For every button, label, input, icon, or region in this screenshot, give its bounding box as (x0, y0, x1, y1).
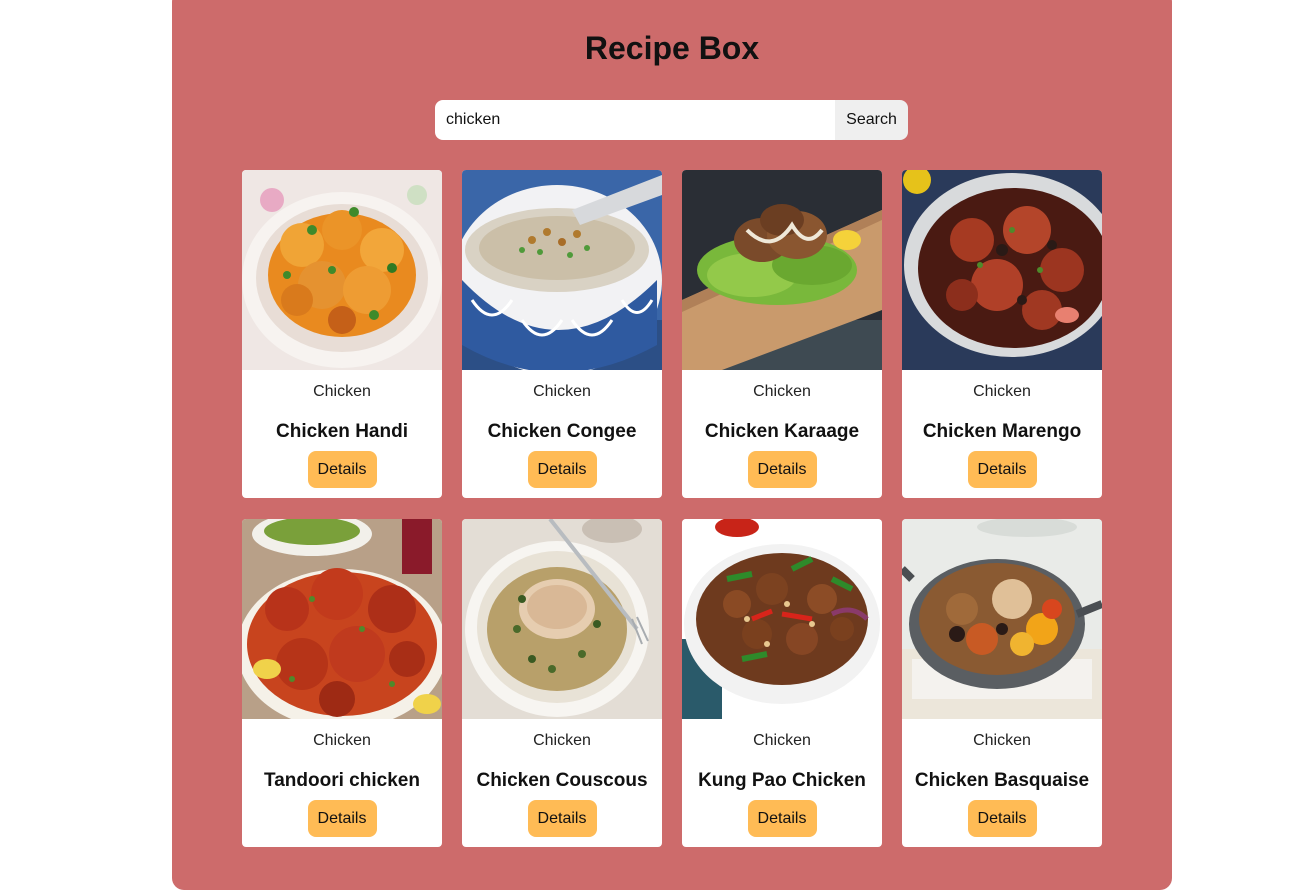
search-button[interactable]: Search (835, 100, 908, 140)
recipe-category: Chicken (973, 383, 1031, 400)
recipe-photo (462, 170, 662, 370)
recipe-category: Chicken (313, 383, 371, 400)
recipe-category: Chicken (753, 383, 811, 400)
recipe-photo (902, 170, 1102, 370)
recipe-category: Chicken (533, 383, 591, 400)
recipe-name: Chicken Basquaise (914, 770, 1090, 791)
recipe-card: Chicken Kung Pao Chicken Details (682, 519, 882, 847)
recipe-name: Chicken Marengo (922, 421, 1082, 442)
recipe-photo (242, 170, 442, 370)
recipe-photo (462, 519, 662, 719)
recipe-card: Chicken Chicken Karaage Details (682, 170, 882, 498)
details-button[interactable]: Details (747, 451, 817, 488)
recipe-name: Kung Pao Chicken (698, 770, 866, 791)
recipe-card: Chicken Chicken Couscous Details (462, 519, 662, 847)
recipe-card: Chicken Tandoori chicken Details (242, 519, 442, 847)
recipe-name: Chicken Congee (487, 421, 637, 442)
recipe-category: Chicken (973, 732, 1031, 749)
search-input[interactable] (435, 100, 835, 140)
recipe-card: Chicken Chicken Marengo Details (902, 170, 1102, 498)
recipe-photo (242, 519, 442, 719)
recipe-grid: Chicken Chicken Handi Details Chicken Ch… (242, 170, 1102, 847)
recipe-category: Chicken (533, 732, 591, 749)
recipe-box-panel: Recipe Box Search Chicken Chicken Handi (172, 0, 1172, 890)
details-button[interactable]: Details (967, 800, 1037, 837)
recipe-name: Chicken Couscous (476, 770, 648, 791)
recipe-photo (682, 519, 882, 719)
search-form: Search (435, 100, 908, 140)
details-button[interactable]: Details (967, 451, 1037, 488)
recipe-name: Tandoori chicken (264, 770, 420, 791)
recipe-photo (902, 519, 1102, 719)
details-button[interactable]: Details (747, 800, 817, 837)
recipe-card: Chicken Chicken Basquaise Details (902, 519, 1102, 847)
recipe-card: Chicken Chicken Congee Details (462, 170, 662, 498)
details-button[interactable]: Details (527, 800, 597, 837)
recipe-name: Chicken Handi (276, 421, 408, 442)
recipe-photo (682, 170, 882, 370)
recipe-category: Chicken (313, 732, 371, 749)
recipe-card: Chicken Chicken Handi Details (242, 170, 442, 498)
details-button[interactable]: Details (307, 451, 377, 488)
recipe-category: Chicken (753, 732, 811, 749)
recipe-name: Chicken Karaage (704, 421, 860, 442)
details-button[interactable]: Details (527, 451, 597, 488)
details-button[interactable]: Details (307, 800, 377, 837)
page-title: Recipe Box (584, 30, 760, 66)
